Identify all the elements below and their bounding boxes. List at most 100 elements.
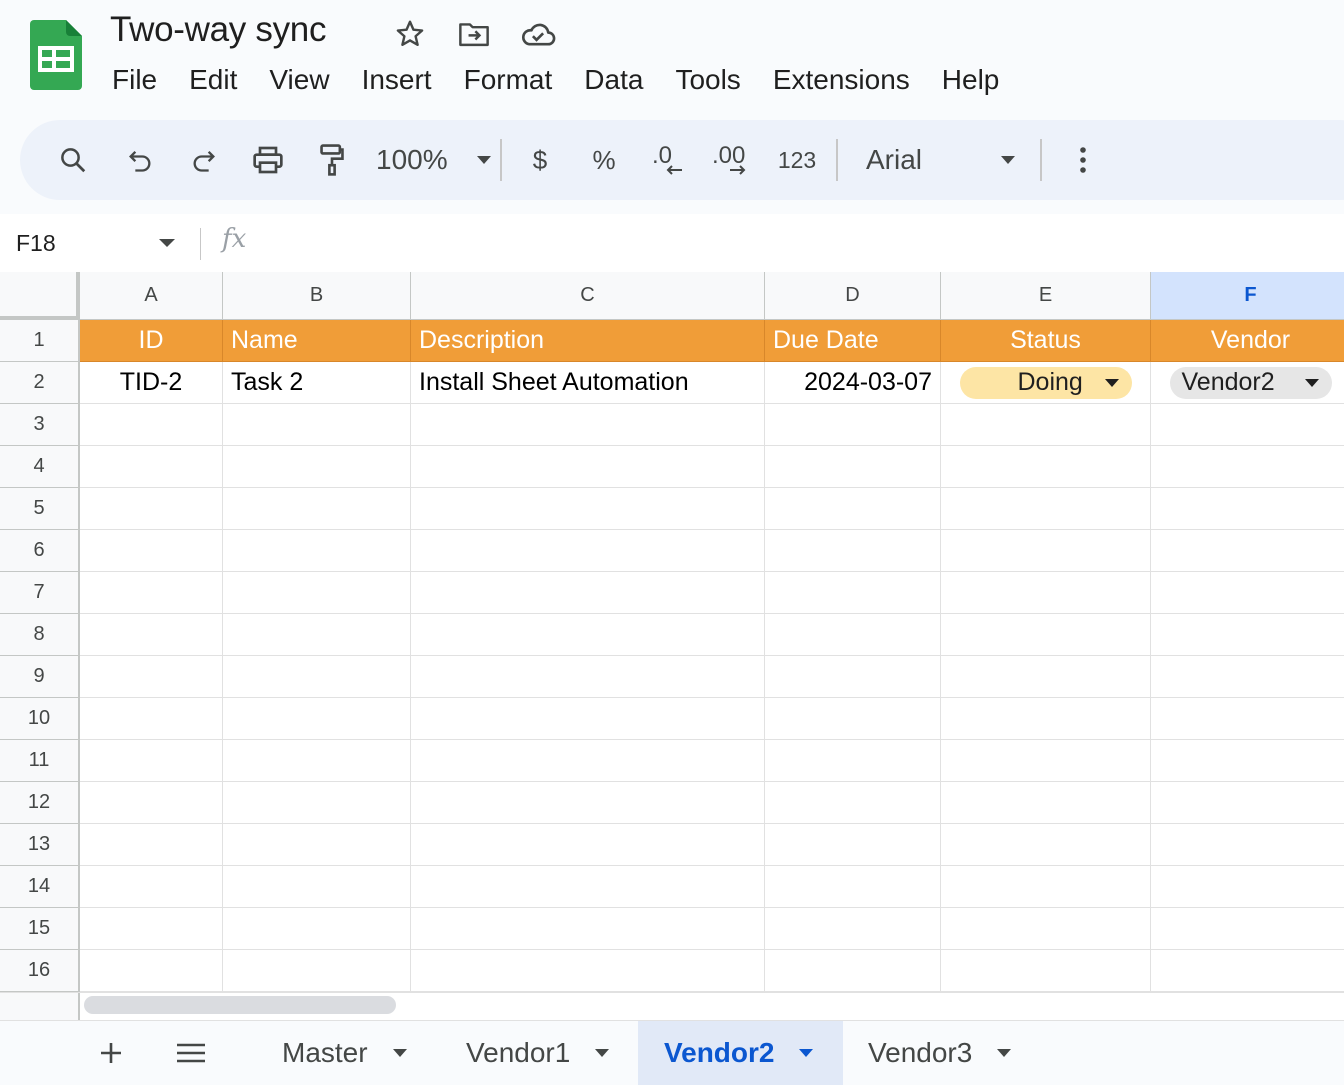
cell-e2[interactable]: Doing xyxy=(941,362,1151,404)
number-format-label: 123 xyxy=(777,146,817,173)
menu-format[interactable]: Format xyxy=(448,62,569,98)
increase-decimal-icon: .00 xyxy=(712,142,746,175)
sheet-tab-vendor1[interactable]: Vendor1 xyxy=(440,1021,632,1085)
column-header-e[interactable]: E xyxy=(941,272,1151,320)
cell-e1[interactable]: Status xyxy=(941,320,1151,362)
chevron-down-icon xyxy=(476,156,491,164)
menu-data[interactable]: Data xyxy=(568,62,659,98)
svg-text:.0: .0 xyxy=(652,142,672,169)
sheets-logo-icon[interactable] xyxy=(30,20,82,90)
cell-b1[interactable]: Name xyxy=(223,320,411,362)
column-header-d[interactable]: D xyxy=(765,272,941,320)
zoom-value: 100% xyxy=(376,144,448,175)
undo-icon xyxy=(129,151,151,172)
increase-decimal-button[interactable]: .00 xyxy=(700,132,764,188)
move-to-folder-icon[interactable] xyxy=(442,16,506,52)
row-header[interactable]: 13 xyxy=(0,824,80,866)
row-header[interactable]: 2 xyxy=(0,362,80,404)
menu-insert[interactable]: Insert xyxy=(346,62,448,98)
cell-d1[interactable]: Due Date xyxy=(765,320,941,362)
row-header[interactable]: 16 xyxy=(0,950,80,992)
plus-icon xyxy=(101,1043,121,1063)
menu-icon xyxy=(177,1043,205,1063)
fx-icon: fx xyxy=(222,224,247,254)
row-header[interactable]: 8 xyxy=(0,614,80,656)
zoom-select[interactable]: 100% xyxy=(364,132,494,188)
sheet-tab-master[interactable]: Master xyxy=(256,1021,430,1085)
row-header[interactable]: 15 xyxy=(0,908,80,950)
more-options-button[interactable] xyxy=(1048,132,1118,188)
more-formats-button[interactable]: 123 xyxy=(764,132,830,188)
menu-bar: File Edit View Insert Format Data Tools … xyxy=(96,62,1015,98)
status-dropdown-chip[interactable]: Doing xyxy=(959,366,1132,399)
row-header[interactable]: 10 xyxy=(0,698,80,740)
cell-d2[interactable]: 2024-03-07 xyxy=(765,362,941,404)
add-sheet-button[interactable] xyxy=(88,1031,134,1075)
sheet-tab-label: Vendor2 xyxy=(664,1037,775,1068)
formula-bar: F18 fx xyxy=(0,214,1344,272)
sheet-tab-label: Vendor3 xyxy=(868,1037,973,1068)
sheet-tab-label: Master xyxy=(282,1037,368,1068)
menu-tools[interactable]: Tools xyxy=(659,62,756,98)
toolbar-divider xyxy=(836,139,838,181)
menu-edit[interactable]: Edit xyxy=(173,62,253,98)
cell-f2[interactable]: Vendor2 xyxy=(1151,362,1344,404)
row-header[interactable]: 5 xyxy=(0,488,80,530)
select-all-corner[interactable] xyxy=(0,272,80,320)
name-box[interactable]: F18 xyxy=(16,230,56,257)
column-header-a[interactable]: A xyxy=(80,272,223,320)
scroll-corner xyxy=(0,993,80,1020)
column-header-c[interactable]: C xyxy=(411,272,765,320)
sheet-tab-vendor3[interactable]: Vendor3 xyxy=(842,1021,1034,1085)
row-header[interactable]: 4 xyxy=(0,446,80,488)
cell-c2[interactable]: Install Sheet Automation xyxy=(411,362,765,404)
cloud-saved-icon[interactable] xyxy=(506,16,570,52)
document-title[interactable]: Two-way sync xyxy=(110,10,326,50)
search-icon xyxy=(61,148,86,173)
menu-help[interactable]: Help xyxy=(926,62,1016,98)
redo-button[interactable] xyxy=(172,132,236,188)
empty-cells-grid[interactable] xyxy=(80,404,1344,992)
format-percent-button[interactable]: % xyxy=(572,132,636,188)
row-header[interactable]: 1 xyxy=(0,320,80,362)
row-header[interactable]: 3 xyxy=(0,404,80,446)
menu-extensions[interactable]: Extensions xyxy=(757,62,926,98)
status-chip-label: Doing xyxy=(1017,368,1083,396)
sheet-tab-vendor2[interactable]: Vendor2 xyxy=(638,1021,843,1085)
menu-view[interactable]: View xyxy=(253,62,345,98)
cell-b2[interactable]: Task 2 xyxy=(223,362,411,404)
cell-a1[interactable]: ID xyxy=(80,320,223,362)
app-header: Two-way sync File Edit View Insert Forma… xyxy=(0,0,1344,118)
formula-divider xyxy=(200,228,201,260)
menu-file[interactable]: File xyxy=(96,62,173,98)
star-icon[interactable] xyxy=(378,16,442,52)
sheet-tab-bar: Master Vendor1 Vendor2 Vendor3 xyxy=(0,1020,1344,1085)
row-header[interactable]: 7 xyxy=(0,572,80,614)
sheet-tab-label: Vendor1 xyxy=(466,1037,571,1068)
search-menus-button[interactable] xyxy=(38,132,108,188)
font-select[interactable]: Arial xyxy=(844,132,1034,188)
vendor-dropdown-chip[interactable]: Vendor2 xyxy=(1169,366,1332,399)
paint-format-icon xyxy=(320,144,344,176)
horizontal-scrollbar[interactable] xyxy=(84,996,396,1014)
cell-a2[interactable]: TID-2 xyxy=(80,362,223,404)
cell-f1[interactable]: Vendor xyxy=(1151,320,1344,362)
row-header[interactable]: 11 xyxy=(0,740,80,782)
format-currency-button[interactable]: $ xyxy=(508,132,572,188)
print-button[interactable] xyxy=(236,132,300,188)
column-header-f[interactable]: F xyxy=(1151,272,1344,320)
column-header-b[interactable]: B xyxy=(223,272,411,320)
title-actions xyxy=(378,16,570,52)
paint-format-button[interactable] xyxy=(300,132,364,188)
cell-c1[interactable]: Description xyxy=(411,320,765,362)
chevron-down-icon xyxy=(997,1049,1012,1057)
chevron-down-icon xyxy=(392,1049,407,1057)
row-header[interactable]: 14 xyxy=(0,866,80,908)
decrease-decimal-button[interactable]: .0 xyxy=(636,132,700,188)
row-header[interactable]: 6 xyxy=(0,530,80,572)
row-header[interactable]: 12 xyxy=(0,782,80,824)
undo-button[interactable] xyxy=(108,132,172,188)
all-sheets-button[interactable] xyxy=(168,1031,214,1075)
chevron-down-icon[interactable] xyxy=(158,238,176,248)
row-header[interactable]: 9 xyxy=(0,656,80,698)
